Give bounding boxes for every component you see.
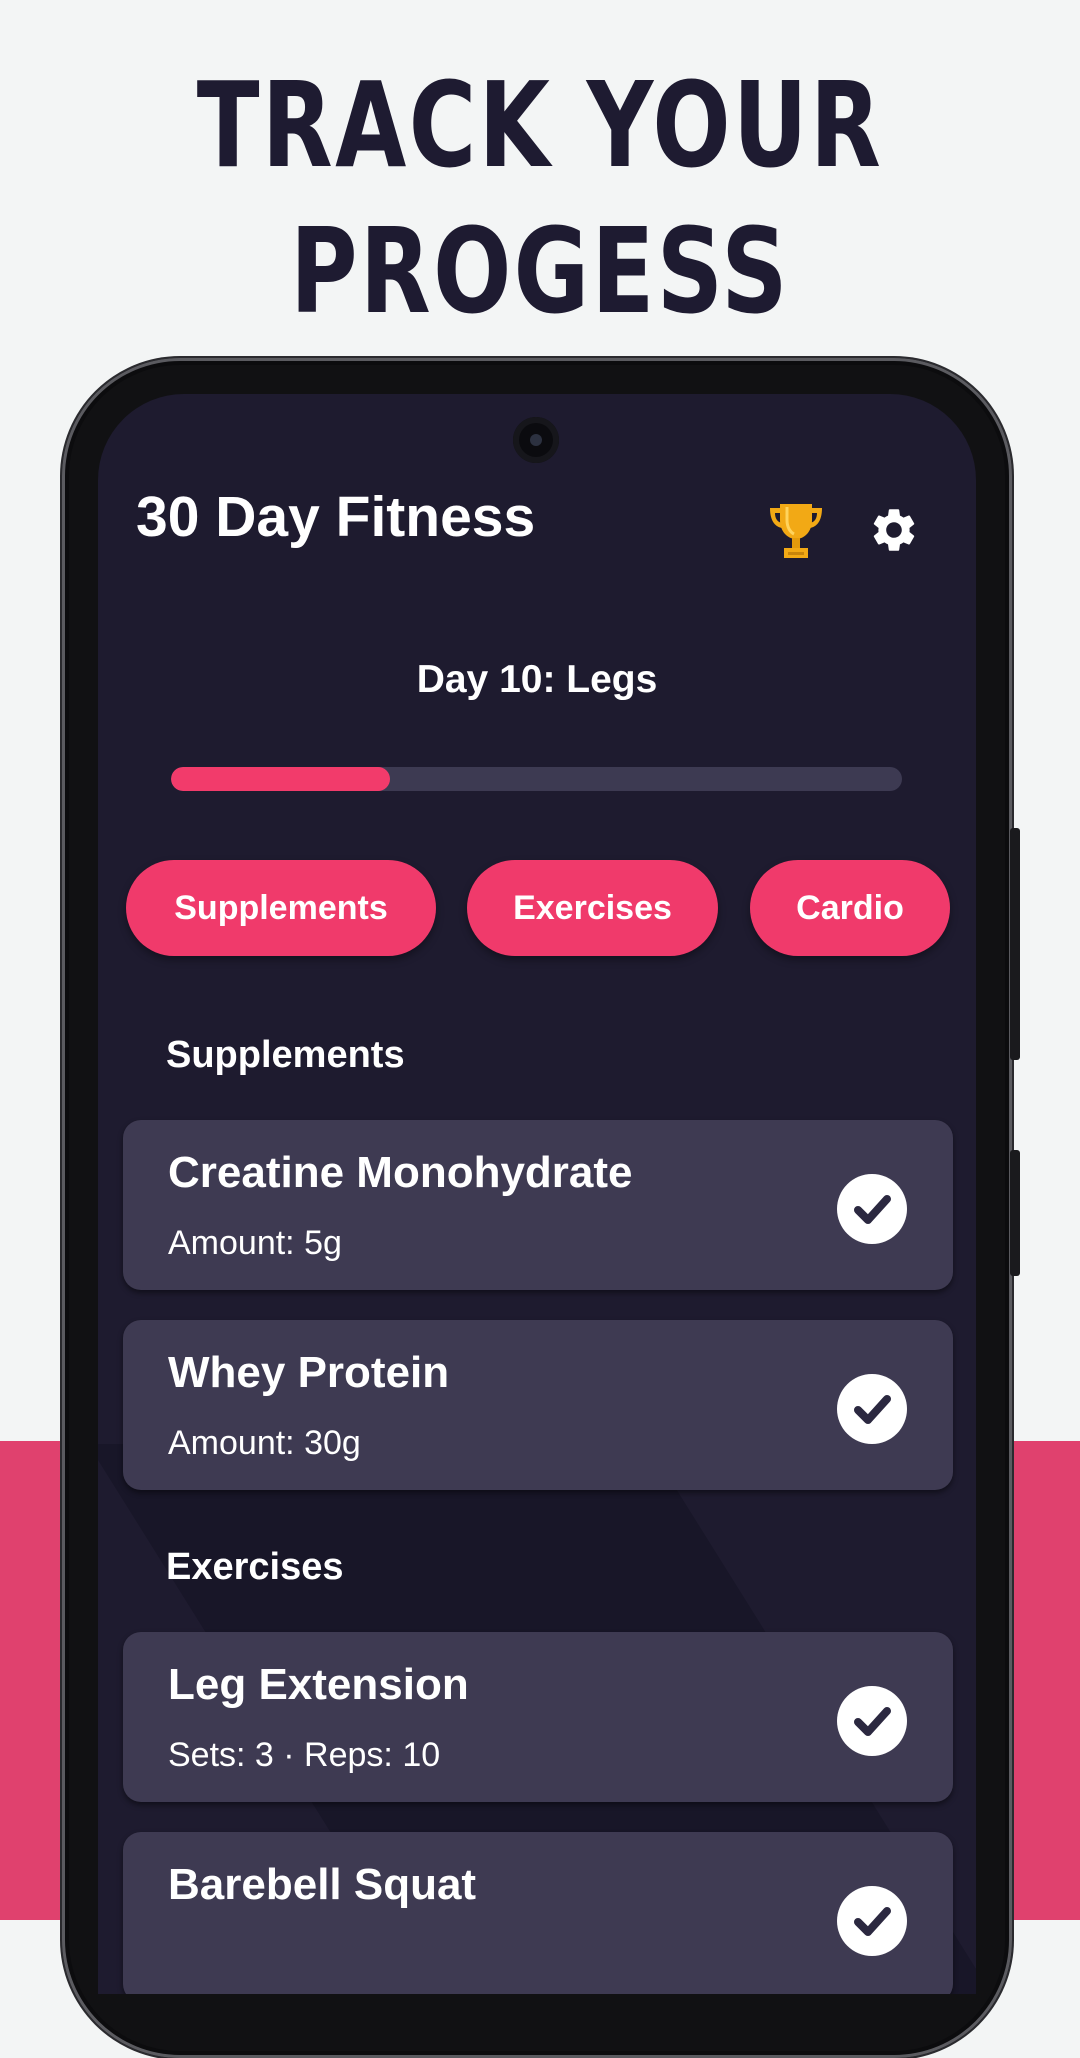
chip-supplements[interactable]: Supplements (126, 860, 436, 956)
item-title: Creatine Monohydrate (168, 1148, 633, 1197)
headline-line-1: TRACK YOUR (196, 56, 884, 194)
progress-fill (171, 767, 391, 791)
day-progress-bar (171, 767, 902, 791)
list-item[interactable]: Whey Protein Amount: 30g (123, 1320, 953, 1490)
trophy-icon[interactable] (766, 500, 826, 562)
item-title: Whey Protein (168, 1348, 450, 1397)
day-title: Day 10: Legs (416, 658, 658, 701)
check-icon[interactable] (837, 1374, 907, 1444)
chip-label: Cardio (796, 888, 904, 927)
chip-label: Supplements (174, 888, 388, 927)
power-button (1010, 1150, 1020, 1276)
item-detail: Amount: 5g (168, 1224, 342, 1262)
volume-button (1010, 828, 1020, 1060)
phone-screen: 30 Day Fitness Day 10: Legs Supplements … (98, 394, 976, 1994)
item-title: Barebell Squat (168, 1860, 477, 1909)
headline-line-2: PROGESS (290, 202, 790, 340)
list-item[interactable]: Creatine Monohydrate Amount: 5g (123, 1120, 953, 1290)
chip-exercises[interactable]: Exercises (467, 860, 718, 956)
item-detail: Amount: 30g (168, 1424, 361, 1462)
front-camera (513, 417, 559, 463)
check-icon[interactable] (837, 1886, 907, 1956)
item-detail: Sets: 3 · Reps: 10 (168, 1736, 441, 1774)
section-title-supplements: Supplements (166, 1034, 405, 1076)
check-icon[interactable] (837, 1686, 907, 1756)
chip-cardio[interactable]: Cardio (750, 860, 950, 956)
gear-icon[interactable] (868, 504, 920, 556)
list-item[interactable]: Barebell Squat (123, 1832, 953, 1994)
chip-label: Exercises (513, 888, 672, 927)
promo-headline: TRACK YOUR PROGESS (119, 52, 961, 344)
section-title-exercises: Exercises (166, 1546, 344, 1588)
app-title: 30 Day Fitness (136, 485, 536, 549)
check-icon[interactable] (837, 1174, 907, 1244)
item-title: Leg Extension (168, 1660, 469, 1709)
list-item[interactable]: Leg Extension Sets: 3 · Reps: 10 (123, 1632, 953, 1802)
